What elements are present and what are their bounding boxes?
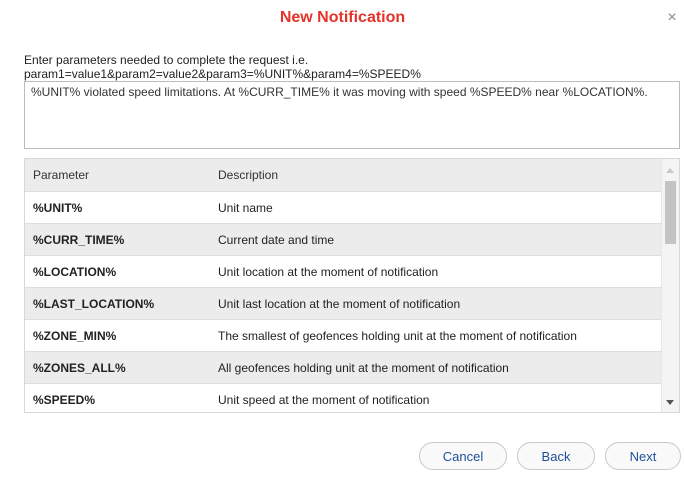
table-row[interactable]: %ZONE_MIN% The smallest of geofences hol…: [25, 319, 661, 352]
description-cell: Current date and time: [210, 223, 661, 256]
parameter-cell: %CURR_TIME%: [25, 223, 210, 256]
instructions-line-1: Enter parameters needed to complete the …: [24, 53, 309, 67]
parameter-cell: %ZONE_MIN%: [25, 319, 210, 352]
description-cell: Unit speed at the moment of notification: [210, 383, 661, 412]
parameters-table: Parameter Description %UNIT% Unit name %…: [25, 159, 661, 412]
instructions-line-2: param1=value1&param2=value2&param3=%UNIT…: [24, 67, 421, 81]
message-textarea[interactable]: [24, 81, 680, 149]
table-scrollbar[interactable]: [661, 159, 679, 412]
parameter-cell: %LOCATION%: [25, 255, 210, 288]
scrollbar-thumb[interactable]: [665, 181, 676, 244]
description-cell: Unit name: [210, 191, 661, 224]
new-notification-dialog: New Notification × Enter parameters need…: [0, 0, 685, 479]
description-cell: Unit last location at the moment of noti…: [210, 287, 661, 320]
parameter-cell: %SPEED%: [25, 383, 210, 412]
description-cell: All geofences holding unit at the moment…: [210, 351, 661, 384]
parameters-table-container: Parameter Description %UNIT% Unit name %…: [24, 158, 680, 413]
table-row[interactable]: %SPEED% Unit speed at the moment of noti…: [25, 383, 661, 412]
table-row[interactable]: %UNIT% Unit name: [25, 191, 661, 224]
column-header-description: Description: [210, 159, 661, 192]
back-button[interactable]: Back: [517, 442, 595, 470]
close-icon[interactable]: ×: [665, 10, 679, 26]
table-header-row: Parameter Description: [25, 159, 661, 192]
cancel-button[interactable]: Cancel: [419, 442, 507, 470]
arrow-down-icon[interactable]: [666, 400, 674, 405]
instructions: Enter parameters needed to complete the …: [24, 53, 421, 81]
column-header-parameter: Parameter: [25, 159, 210, 192]
description-cell: The smallest of geofences holding unit a…: [210, 319, 661, 352]
parameter-cell: %LAST_LOCATION%: [25, 287, 210, 320]
table-row[interactable]: %CURR_TIME% Current date and time: [25, 223, 661, 256]
table-row[interactable]: %ZONES_ALL% All geofences holding unit a…: [25, 351, 661, 384]
parameter-cell: %ZONES_ALL%: [25, 351, 210, 384]
dialog-title: New Notification: [279, 9, 406, 26]
table-row[interactable]: %LAST_LOCATION% Unit last location at th…: [25, 287, 661, 320]
description-cell: Unit location at the moment of notificat…: [210, 255, 661, 288]
next-button[interactable]: Next: [605, 442, 681, 470]
parameter-cell: %UNIT%: [25, 191, 210, 224]
table-row[interactable]: %LOCATION% Unit location at the moment o…: [25, 255, 661, 288]
arrow-up-icon[interactable]: [666, 168, 674, 173]
